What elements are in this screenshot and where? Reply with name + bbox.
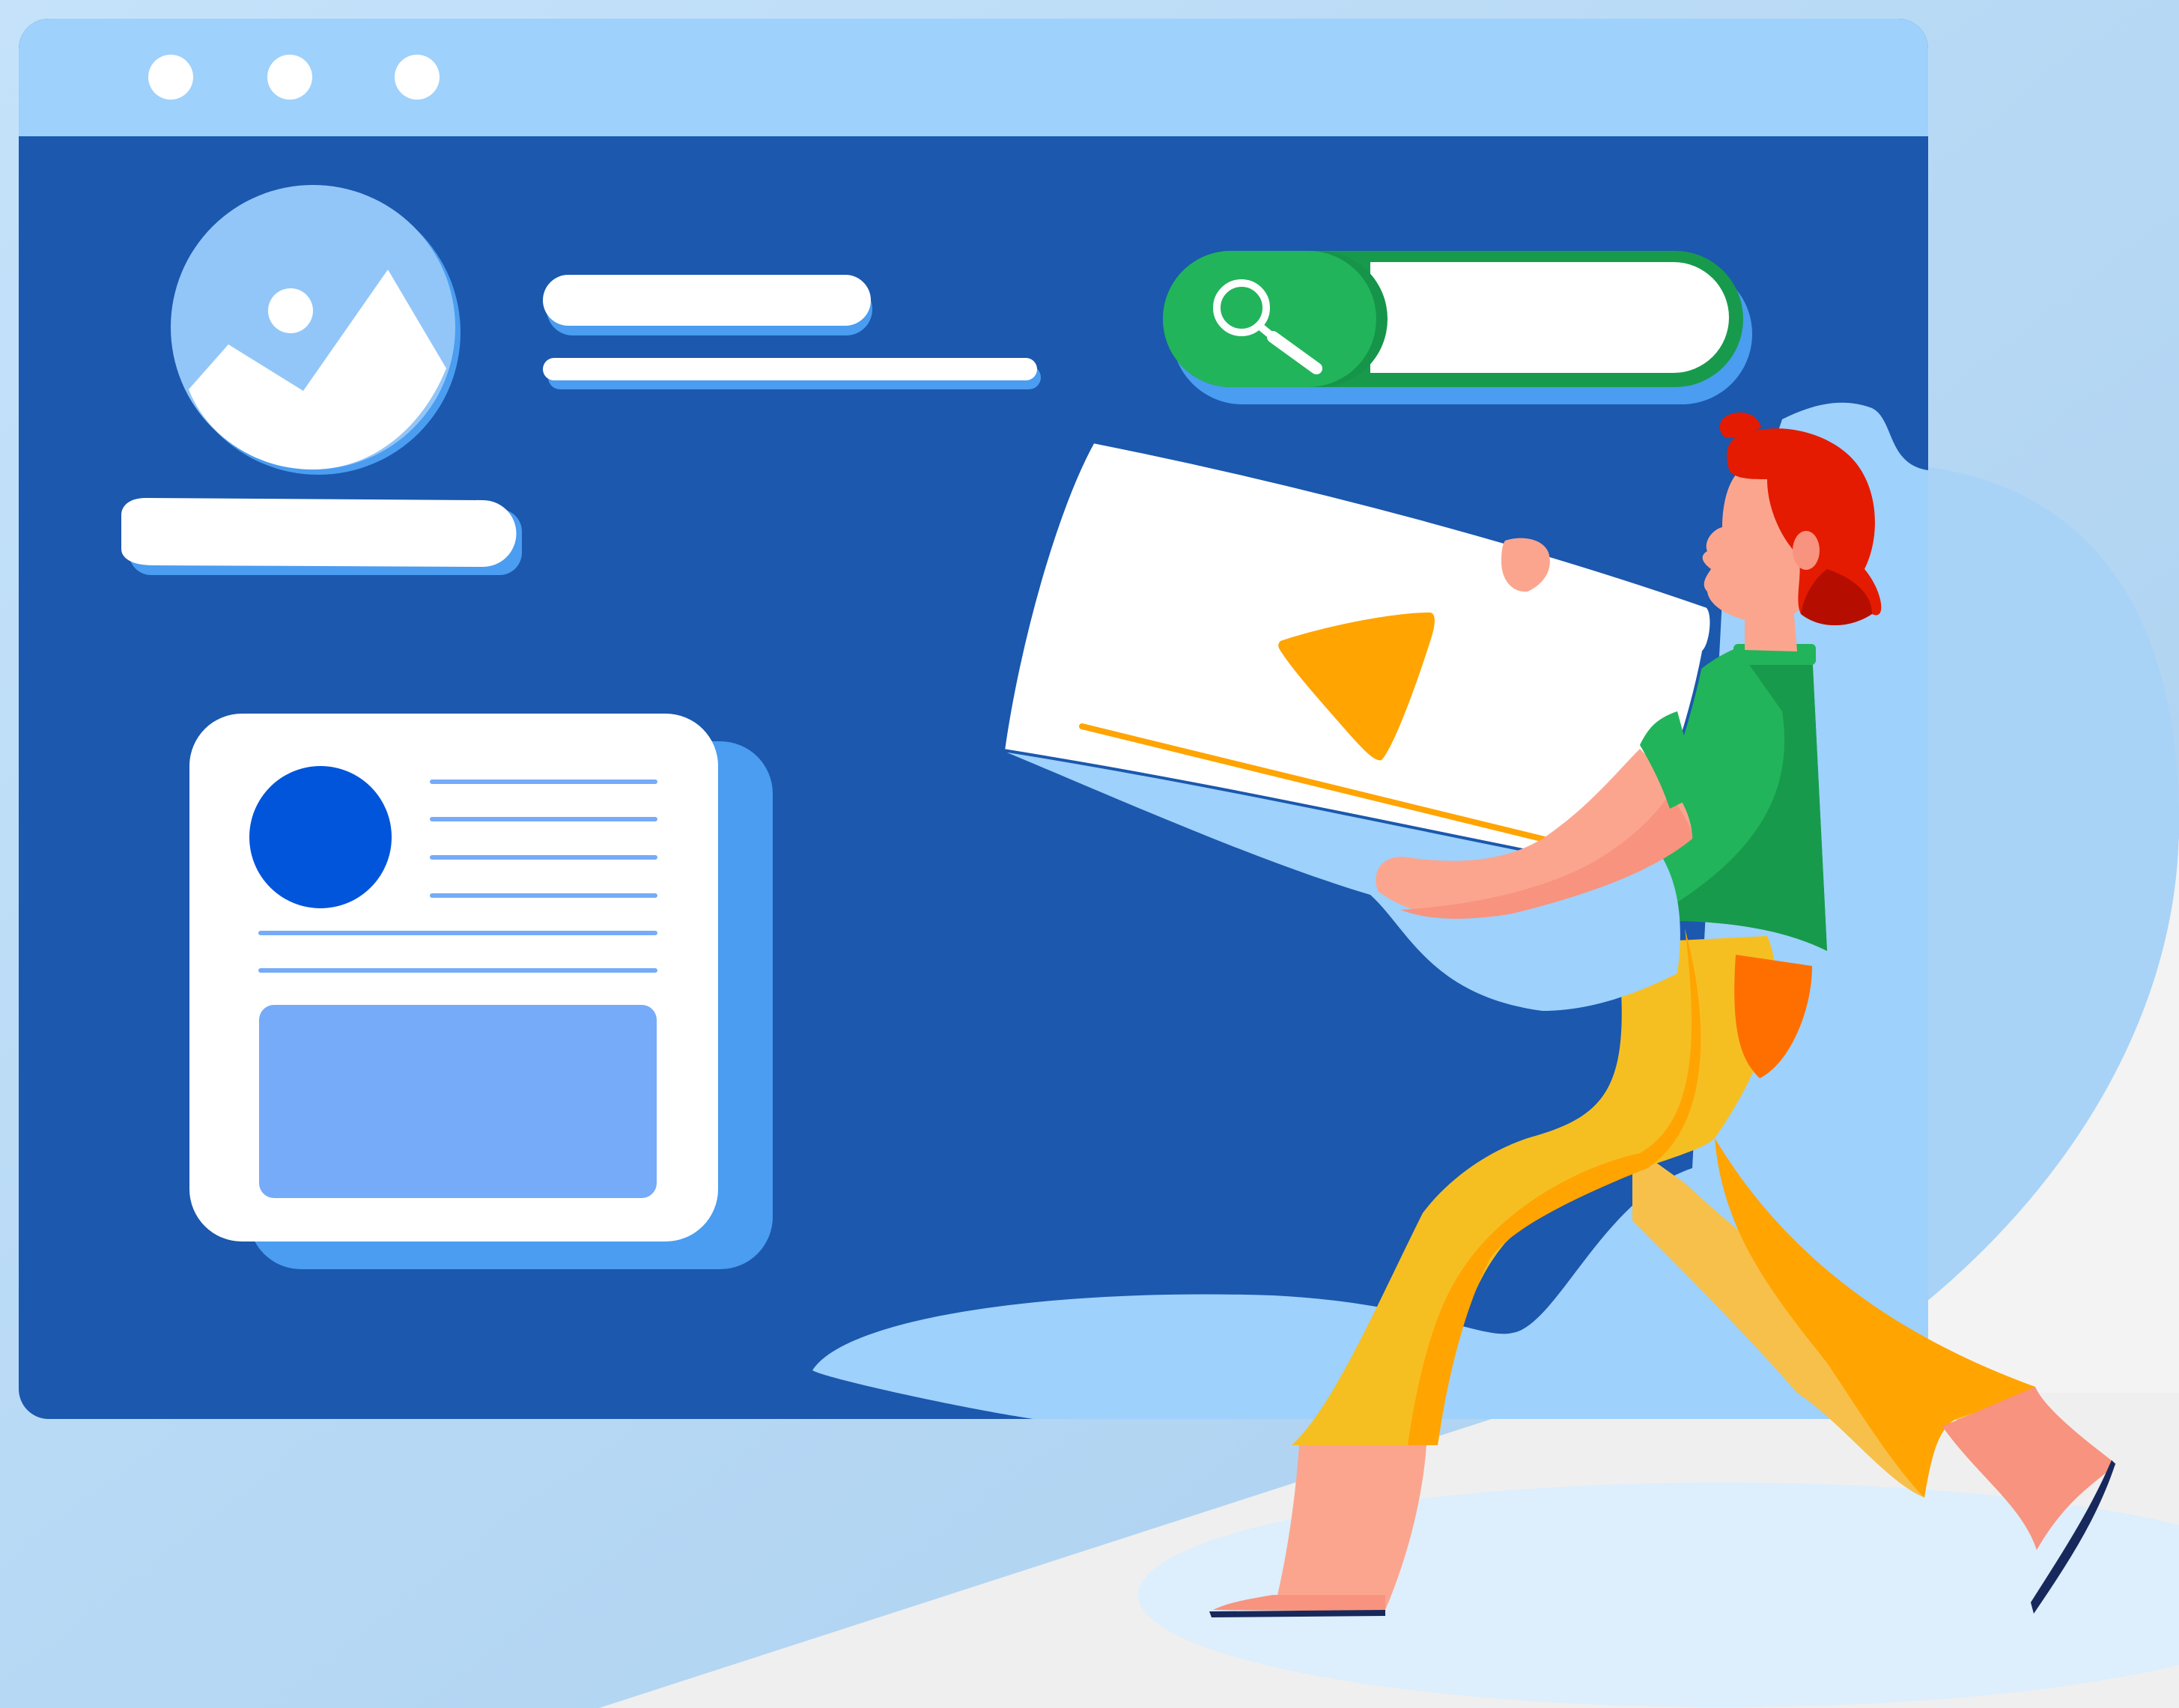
ear [1793,531,1820,570]
avatar [249,766,392,908]
illustration-canvas [0,0,2179,1708]
heading-placeholder [543,275,872,335]
illustration-scene [0,0,2179,1708]
content-card [189,714,773,1269]
caption-placeholder [121,498,522,575]
subheading-placeholder [543,358,1041,389]
minimize-dot[interactable] [267,55,312,100]
maximize-dot[interactable] [395,55,440,100]
search-bar[interactable] [1163,251,1752,404]
media-block [259,1005,657,1198]
close-dot[interactable] [148,55,193,100]
search-input[interactable] [1370,262,1729,373]
search-button[interactable] [1163,251,1376,387]
